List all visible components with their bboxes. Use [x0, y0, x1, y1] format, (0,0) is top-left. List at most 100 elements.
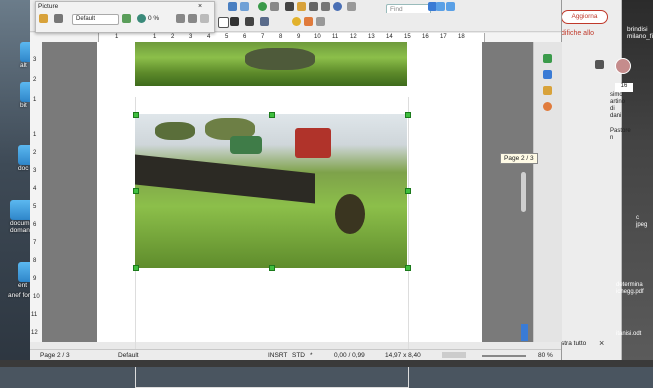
- tree: [155, 122, 195, 140]
- align-icon[interactable]: [260, 17, 269, 26]
- desktop-icon-6[interactable]: anef for: [8, 292, 30, 299]
- rotate-icon[interactable]: [292, 17, 301, 26]
- aggiorna-button[interactable]: Aggiorna: [561, 10, 608, 24]
- filter-icon[interactable]: [39, 14, 48, 23]
- note-line: n: [610, 135, 614, 141]
- ruler-tick: 10: [314, 34, 321, 40]
- note-line: jpeg: [636, 222, 648, 228]
- notes-text: simo artino di dani: [610, 92, 625, 120]
- resize-handle-sw[interactable]: [133, 265, 139, 271]
- top-photo[interactable]: [135, 42, 407, 86]
- find-toggle-icon[interactable]: [347, 2, 356, 11]
- print-icon[interactable]: [309, 2, 318, 11]
- ruler-tick: 11: [31, 312, 38, 318]
- transparency-icon[interactable]: [137, 14, 146, 23]
- close-icon[interactable]: ×: [599, 338, 604, 348]
- ruler-tick: 9: [33, 276, 37, 282]
- crop-icon[interactable]: [304, 17, 313, 26]
- resize-handle-w[interactable]: [133, 188, 139, 194]
- color-icon[interactable]: [122, 14, 131, 23]
- ruler-tick: 3: [33, 168, 37, 174]
- ruler-tick: 6: [33, 222, 37, 228]
- picture-toolbar-title: Picture: [38, 3, 59, 10]
- border-icon[interactable]: [218, 17, 229, 28]
- resize-handle-e[interactable]: [405, 188, 411, 194]
- vertical-scrollbar[interactable]: [521, 172, 526, 212]
- ruler-tick: 17: [440, 34, 447, 40]
- view-layout-buttons[interactable]: [442, 352, 466, 358]
- comment-icon[interactable]: [270, 2, 279, 11]
- desktop-icon-label: anef for: [8, 292, 31, 299]
- status-modified[interactable]: *: [310, 352, 313, 359]
- resize-handle-n[interactable]: [269, 112, 275, 118]
- graphics-mode-select[interactable]: Default: [72, 14, 119, 25]
- properties-deck-icon[interactable]: [543, 54, 552, 63]
- flip-horizontal-icon[interactable]: [188, 14, 197, 23]
- file-label: ichegg.pdf: [616, 289, 644, 295]
- document-page[interactable]: [97, 42, 482, 388]
- ruler-tick: 14: [386, 34, 393, 40]
- ruler-tick: 6: [243, 34, 247, 40]
- toolbar-close-icon[interactable]: ×: [198, 3, 202, 10]
- hyperlink-icon[interactable]: [258, 2, 267, 11]
- line-style-icon[interactable]: [230, 17, 239, 26]
- ruler-tick: 8: [279, 34, 283, 40]
- zoom-slider[interactable]: [482, 355, 526, 357]
- chart-icon[interactable]: [240, 2, 249, 11]
- transparency-value[interactable]: 0 %: [148, 15, 159, 22]
- resize-handle-nw[interactable]: [133, 112, 139, 118]
- help-icon[interactable]: [333, 2, 342, 11]
- page-navigation-buttons[interactable]: [521, 324, 528, 341]
- status-insert-mode[interactable]: INSRT: [268, 352, 287, 359]
- note-line: di: [610, 106, 615, 112]
- export-pdf-icon[interactable]: [321, 2, 330, 11]
- avatar[interactable]: [615, 58, 631, 74]
- ruler-tick: 13: [368, 34, 375, 40]
- arrange-icon[interactable]: [245, 17, 254, 26]
- resize-handle-s[interactable]: [269, 265, 275, 271]
- flip-vertical-icon[interactable]: [176, 14, 185, 23]
- navigator-icon[interactable]: [285, 2, 294, 11]
- right-panel-text: difiche allo: [561, 30, 595, 37]
- resize-handle-se[interactable]: [405, 265, 411, 271]
- status-position: 0,00 / 0,99: [334, 352, 365, 359]
- ruler-tick: 1: [115, 34, 119, 40]
- selected-photo[interactable]: [135, 114, 407, 268]
- dark-mud: [335, 194, 365, 234]
- find-previous-icon[interactable]: [436, 2, 445, 11]
- crop-picture-icon[interactable]: [200, 14, 209, 23]
- ruler-tick: 3: [189, 34, 193, 40]
- gallery-icon[interactable]: [297, 2, 306, 11]
- concrete-tank: [135, 154, 315, 204]
- right-panel-light: [561, 0, 622, 360]
- note-line: c: [636, 215, 639, 221]
- table-icon[interactable]: [228, 2, 237, 11]
- navigator-deck-icon[interactable]: [543, 102, 552, 111]
- ruler-tick: 5: [33, 204, 37, 210]
- dock: [0, 360, 653, 367]
- note-line: simo: [610, 92, 623, 98]
- ruler-tick: 3: [33, 57, 37, 63]
- grid-icon[interactable]: [595, 60, 604, 69]
- graphics-mode-icon[interactable]: [54, 14, 63, 23]
- properties-icon[interactable]: [316, 17, 325, 26]
- resize-handle-ne[interactable]: [405, 112, 411, 118]
- gallery-deck-icon[interactable]: [543, 86, 552, 95]
- status-selection-mode[interactable]: STD: [292, 352, 305, 359]
- status-page[interactable]: Page 2 / 3: [40, 352, 70, 359]
- status-zoom[interactable]: 80 %: [538, 352, 553, 359]
- ruler-tick: 15: [404, 34, 411, 40]
- page-indicator-tooltip: Page 2 / 3: [500, 153, 538, 164]
- ruler-tick: 1: [153, 34, 157, 40]
- ruler-tick: 7: [33, 240, 37, 246]
- document-workarea[interactable]: [42, 42, 533, 388]
- ruler-tick: 12: [350, 34, 357, 40]
- status-style[interactable]: Default: [118, 352, 139, 359]
- writer-window: Find 1 1 2 3 4 5 6 7 8 9 10 11 12 13 14 …: [30, 0, 562, 388]
- find-next-icon[interactable]: [446, 2, 455, 11]
- ruler-tick: 16: [422, 34, 429, 40]
- ruler-tick: 5: [225, 34, 229, 40]
- styles-deck-icon[interactable]: [543, 70, 552, 79]
- ruler-tick: 4: [33, 186, 37, 192]
- note-line: Pastore: [610, 128, 631, 134]
